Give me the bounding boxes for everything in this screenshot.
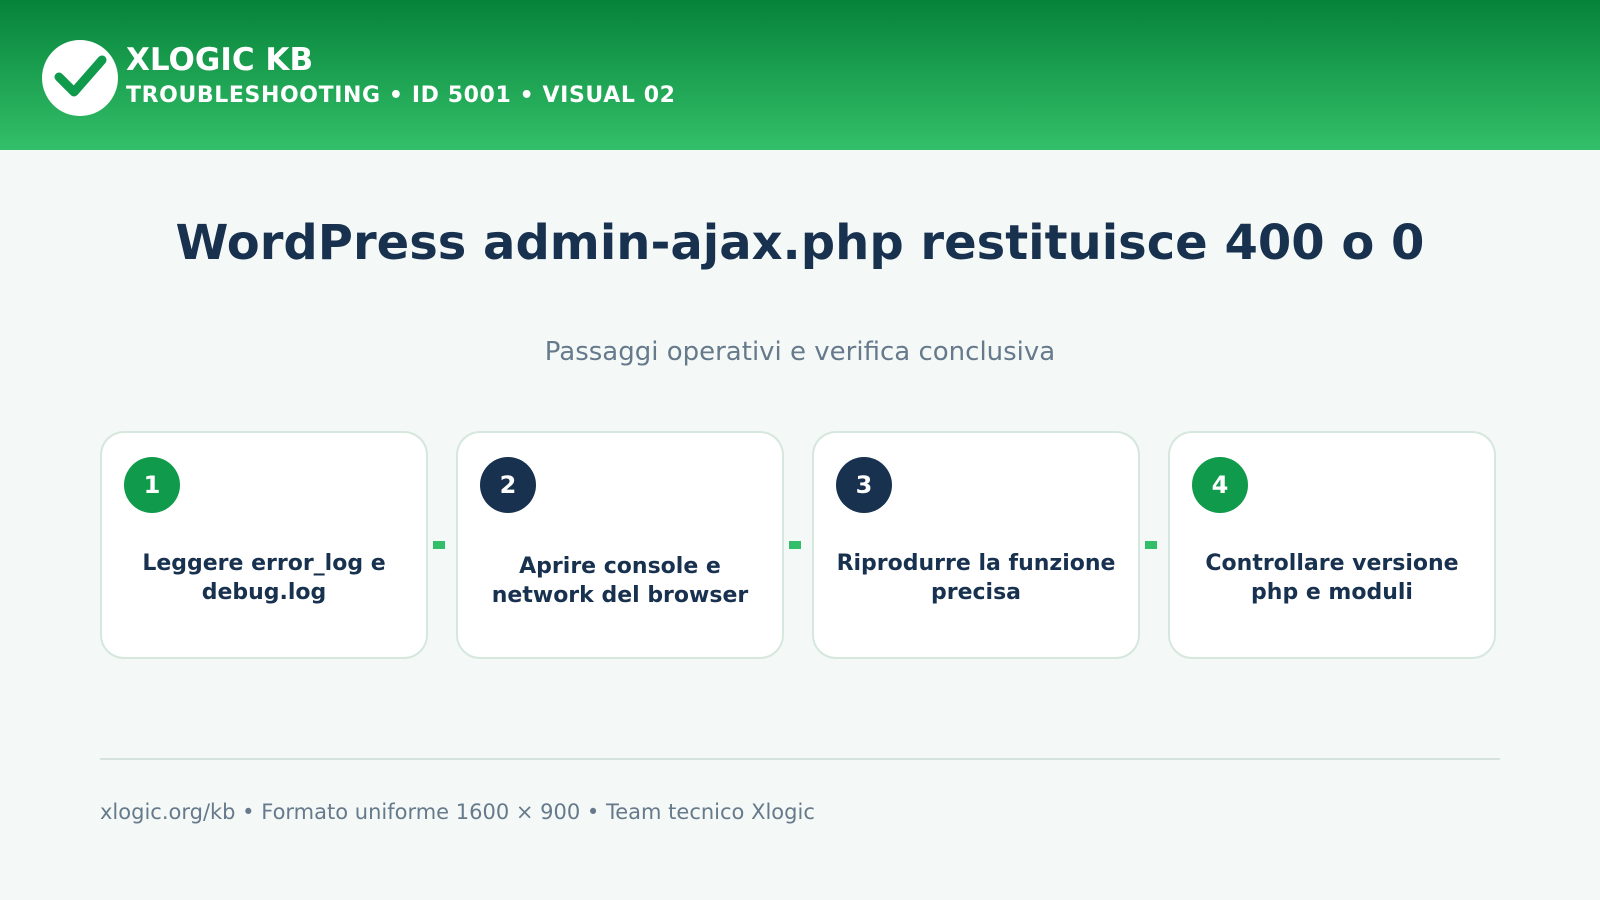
brand-logo xyxy=(42,40,118,116)
step-card-4: 4 Controllare versione php e moduli xyxy=(1168,431,1496,659)
page-subtitle: Passaggi operativi e verifica conclusiva xyxy=(544,337,1056,367)
step-number-badge: 3 xyxy=(836,457,892,513)
header-banner: XLOGIC KB TROUBLESHOOTING • ID 5001 • VI… xyxy=(0,0,1600,150)
footer-text: xlogic.org/kb • Formato uniforme 1600 × … xyxy=(100,800,815,824)
brand-name: XLOGIC KB xyxy=(126,42,314,78)
page-title: WordPress admin-ajax.php restituisce 400… xyxy=(175,215,1425,271)
step-card-2: 2 Aprire console e network del browser xyxy=(456,431,784,659)
step-label: Leggere error_log e debug.log xyxy=(142,551,386,605)
step-label: Controllare versione php e moduli xyxy=(1205,551,1459,605)
step-connector xyxy=(433,541,445,549)
step-card-3: 3 Riprodurre la funzione precisa xyxy=(812,431,1140,659)
checkmark-icon xyxy=(54,55,107,97)
step-card-1: 1 Leggere error_log e debug.log xyxy=(100,431,428,659)
step-number-badge: 1 xyxy=(124,457,180,513)
step-label: Riprodurre la funzione precisa xyxy=(836,551,1116,605)
step-connector xyxy=(1145,541,1157,549)
step-number-badge: 4 xyxy=(1192,457,1248,513)
step-number-badge: 2 xyxy=(480,457,536,513)
step-connector xyxy=(789,541,801,549)
footer-divider xyxy=(100,758,1500,760)
step-label: Aprire console e network del browser xyxy=(491,554,749,608)
brand-subtitle: TROUBLESHOOTING • ID 5001 • VISUAL 02 xyxy=(126,83,676,108)
